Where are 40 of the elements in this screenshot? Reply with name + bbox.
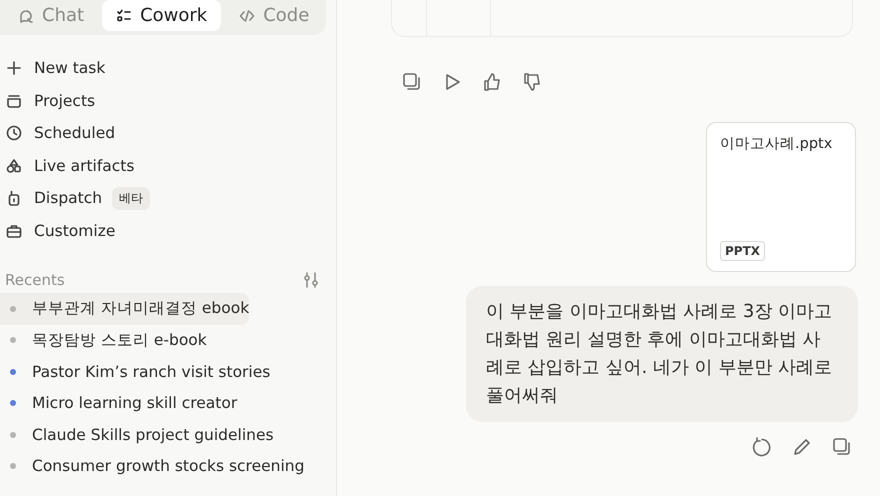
section-heading: Recents bbox=[5, 271, 65, 289]
chat-bubble-icon bbox=[18, 8, 34, 24]
recent-task[interactable]: Pastor Kim’s ranch visit stories bbox=[0, 356, 270, 388]
shapes-icon bbox=[6, 158, 22, 174]
retry-icon bbox=[752, 437, 772, 457]
retry-button[interactable] bbox=[751, 436, 773, 458]
nav-item[interactable]: Projects bbox=[0, 84, 336, 117]
nav-item[interactable]: Live artifacts bbox=[0, 150, 336, 182]
copy-button[interactable] bbox=[401, 71, 423, 93]
recent-task[interactable]: 목장탐방 스토리 e-book bbox=[0, 324, 207, 356]
recent-task[interactable]: Consumer growth stocks screening bbox=[0, 450, 304, 482]
thumbs-down-button[interactable] bbox=[521, 71, 543, 93]
plus-icon bbox=[6, 60, 22, 76]
recent-task[interactable]: Claude Skills project guidelines bbox=[0, 419, 274, 450]
thumbs-up-icon bbox=[482, 72, 502, 92]
file-name: 이마고사례.pptx bbox=[720, 135, 834, 153]
copy-icon bbox=[832, 437, 852, 457]
user-message: 이 부분을 이마고대화법 사례로 3장 이마고 대화법 원리 설명한 후에 이마고대화법 사례로 삽입하고 싶어. 네가 이 부분만 사례로 풀어써줘 bbox=[466, 286, 858, 422]
clock-icon bbox=[6, 125, 22, 142]
thumbs-down-icon bbox=[522, 72, 542, 92]
checklist-icon bbox=[116, 8, 132, 24]
recent-task[interactable]: 부부관계 자녀미래결정 ebook bbox=[0, 293, 250, 324]
file-type-badge: PPTX bbox=[720, 241, 766, 261]
nav-item[interactable]: Customize bbox=[0, 214, 336, 247]
beta-badge: 베타 bbox=[112, 186, 150, 210]
nav-item[interactable]: New task bbox=[0, 52, 336, 84]
filter-sliders-icon[interactable] bbox=[302, 271, 320, 289]
walkie-talkie-icon bbox=[6, 190, 22, 206]
file-attachment[interactable]: 이마고사례.pptx PPTX bbox=[706, 122, 856, 272]
copy-button[interactable] bbox=[831, 436, 853, 458]
mode-tab[interactable]: Cowork bbox=[102, 0, 222, 31]
recent-task[interactable]: Micro learning skill creator bbox=[0, 388, 238, 419]
code-icon bbox=[239, 8, 256, 24]
thumbs-up-button[interactable] bbox=[481, 71, 503, 93]
nav-item[interactable]: Dispatch 베타 bbox=[0, 182, 336, 214]
briefcase-icon bbox=[6, 222, 22, 239]
copy-icon bbox=[402, 72, 422, 92]
folder-tray-icon bbox=[6, 92, 22, 109]
nav-item[interactable]: Scheduled bbox=[0, 117, 336, 150]
pencil-icon bbox=[792, 437, 812, 457]
